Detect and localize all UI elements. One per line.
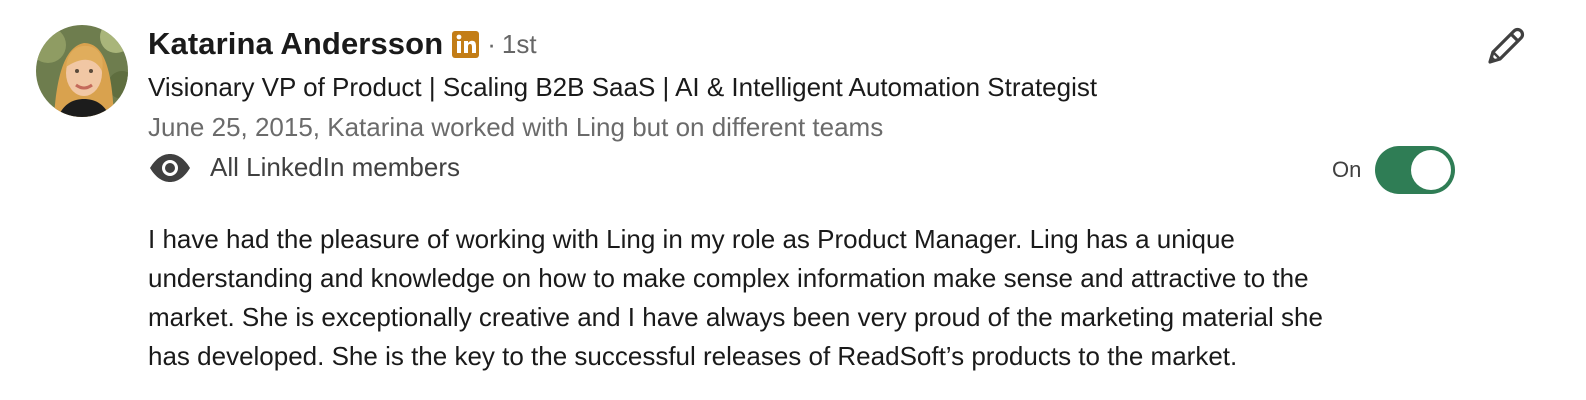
recommendation-line: understanding and knowledge on how to ma… xyxy=(148,263,1309,293)
toggle-label: On xyxy=(1332,157,1362,182)
visibility-toggle[interactable] xyxy=(1375,146,1456,194)
recommendation-line: has developed. She is the key to the suc… xyxy=(148,341,1238,371)
eye-icon xyxy=(148,153,192,183)
recommendation-line: I have had the pleasure of working with … xyxy=(148,224,1235,254)
visibility-label: All LinkedIn members xyxy=(210,152,460,182)
degree-separator: · xyxy=(487,28,496,59)
linkedin-badge-icon xyxy=(452,30,480,58)
recommendation-line: market. She is exceptionally creative an… xyxy=(148,302,1323,332)
recommender-name[interactable]: Katarina Andersson xyxy=(148,26,443,62)
degree-label: 1st xyxy=(501,28,537,59)
recommendation-meta: June 25, 2015, Katarina worked with Ling… xyxy=(148,112,884,142)
connection-degree: · 1st xyxy=(487,29,536,60)
toggle-knob xyxy=(1411,150,1452,190)
visibility-toggle-group: On xyxy=(1332,146,1456,194)
name-row: Katarina Andersson · 1st xyxy=(148,26,537,62)
avatar-photo xyxy=(36,25,128,117)
pencil-icon[interactable] xyxy=(1484,24,1528,68)
recommender-headline: Visionary VP of Product | Scaling B2B Sa… xyxy=(148,72,1098,102)
visibility-row: All LinkedIn members xyxy=(148,152,460,183)
recommendation-text: I have had the pleasure of working with … xyxy=(148,220,1458,376)
recommendation-card: Katarina Andersson · 1st Visionary VP of … xyxy=(0,0,1586,400)
avatar[interactable] xyxy=(36,25,128,117)
